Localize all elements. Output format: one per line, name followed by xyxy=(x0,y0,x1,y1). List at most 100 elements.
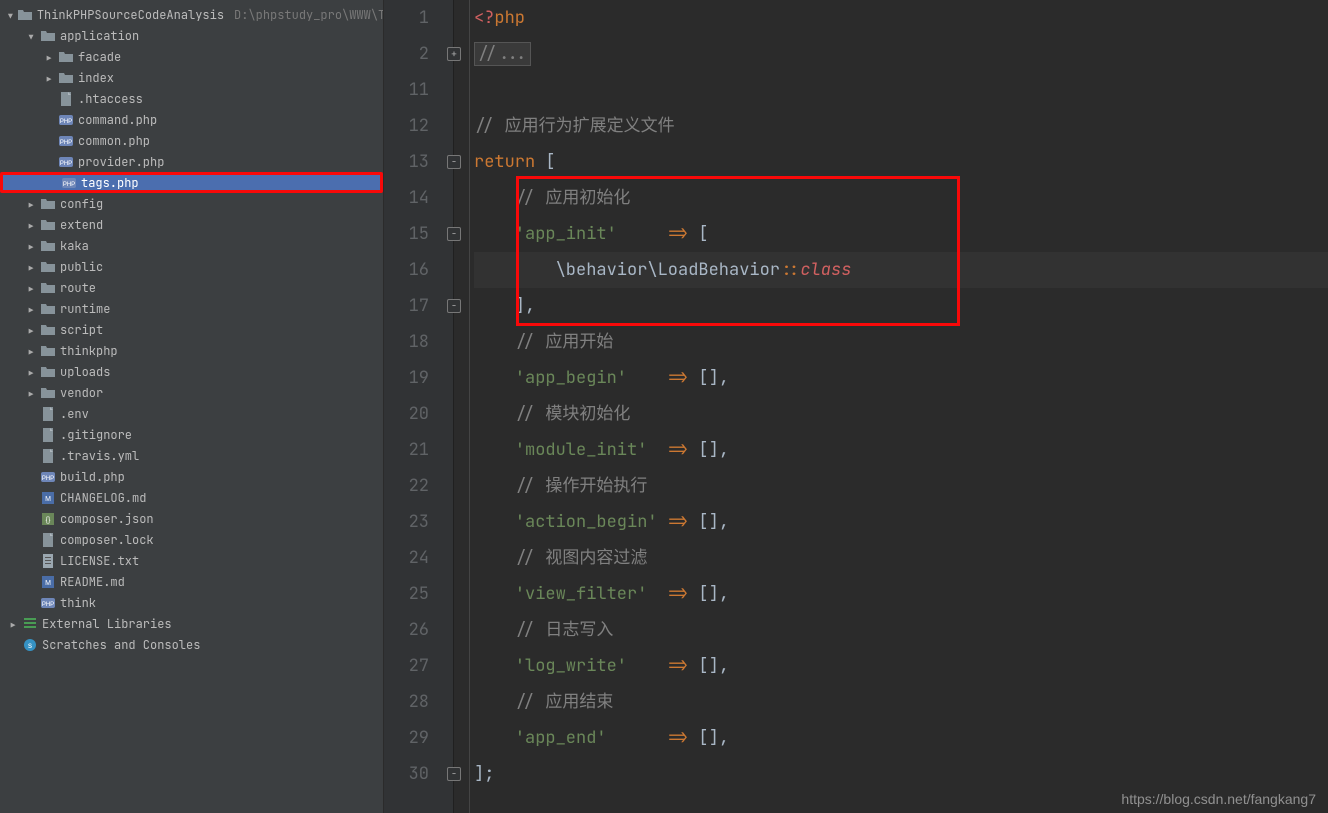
tree-item-public[interactable]: public xyxy=(0,256,383,277)
expand-icon[interactable] xyxy=(26,217,36,233)
expand-icon[interactable] xyxy=(44,49,54,65)
code-line[interactable]: 'app_init' => [ xyxy=(474,216,1328,252)
code-line[interactable]: // 应用开始 xyxy=(474,324,1328,360)
code-line[interactable] xyxy=(474,792,1328,813)
code-line[interactable] xyxy=(474,72,1328,108)
code-line[interactable]: 'action_begin' => [], xyxy=(474,504,1328,540)
tree-item-label: script xyxy=(60,322,103,338)
code-line[interactable]: 'view_filter' => [], xyxy=(474,576,1328,612)
fold-collapse-icon[interactable]: − xyxy=(447,227,461,241)
code-token xyxy=(474,547,515,569)
expand-icon[interactable] xyxy=(26,238,36,254)
tree-item-license-txt[interactable]: LICENSE.txt xyxy=(0,550,383,571)
tree-item-facade[interactable]: facade xyxy=(0,46,383,67)
tree-item-command-php[interactable]: PHPcommand.php xyxy=(0,109,383,130)
tree-item-scratches-and-consoles[interactable]: sScratches and Consoles xyxy=(0,634,383,655)
tree-item-application[interactable]: application xyxy=(0,25,383,46)
tree-item-common-php[interactable]: PHPcommon.php xyxy=(0,130,383,151)
project-tree[interactable]: ThinkPHPSourceCodeAnalysisD:\phpstudy_pr… xyxy=(0,0,384,813)
expand-icon[interactable] xyxy=(26,385,36,401)
code-token: <? xyxy=(474,7,494,29)
code-line[interactable]: // 应用行为扩展定义文件 xyxy=(474,108,1328,144)
code-token: [ xyxy=(688,223,708,245)
tree-item-tags-php[interactable]: PHPtags.php xyxy=(0,172,383,193)
code-line[interactable]: // 模块初始化 xyxy=(474,396,1328,432)
code-line[interactable]: // 应用初始化 xyxy=(474,180,1328,216)
code-line[interactable]: 'log_write' => [], xyxy=(474,648,1328,684)
md-icon: M xyxy=(40,574,56,590)
code-line[interactable]: // 视图内容过滤 xyxy=(474,540,1328,576)
expand-icon[interactable] xyxy=(44,70,54,86)
editor-code-area[interactable]: <?php//...// 应用行为扩展定义文件return [ // 应用初始化… xyxy=(470,0,1328,813)
tree-item-runtime[interactable]: runtime xyxy=(0,298,383,319)
expand-icon[interactable] xyxy=(26,259,36,275)
tree-item--env[interactable]: .env xyxy=(0,403,383,424)
code-token xyxy=(474,727,515,749)
tree-item-config[interactable]: config xyxy=(0,193,383,214)
tree-item-provider-php[interactable]: PHPprovider.php xyxy=(0,151,383,172)
tree-item--gitignore[interactable]: .gitignore xyxy=(0,424,383,445)
code-token xyxy=(474,187,515,209)
tree-item-thinkphp[interactable]: thinkphp xyxy=(0,340,383,361)
tree-item-think[interactable]: PHPthink xyxy=(0,592,383,613)
collapse-icon[interactable] xyxy=(8,7,13,23)
code-line[interactable]: ]; xyxy=(474,756,1328,792)
code-line[interactable]: // 应用结束 xyxy=(474,684,1328,720)
tree-item-thinkphpsourcecodeanalysis[interactable]: ThinkPHPSourceCodeAnalysisD:\phpstudy_pr… xyxy=(0,4,383,25)
tree-item-changelog-md[interactable]: MCHANGELOG.md xyxy=(0,487,383,508)
fold-collapse-icon[interactable]: − xyxy=(447,299,461,313)
fold-collapse-icon[interactable]: − xyxy=(447,767,461,781)
expand-icon[interactable] xyxy=(26,301,36,317)
md-icon: M xyxy=(40,490,56,506)
tree-item-external-libraries[interactable]: External Libraries xyxy=(0,613,383,634)
code-line[interactable]: return [ xyxy=(474,144,1328,180)
folder-icon xyxy=(40,28,56,44)
fold-expand-icon[interactable]: + xyxy=(447,47,461,61)
code-line[interactable]: <?php xyxy=(474,0,1328,36)
tree-item-composer-json[interactable]: {}composer.json xyxy=(0,508,383,529)
expand-icon[interactable] xyxy=(26,364,36,380)
code-token: 'app_begin' xyxy=(515,367,627,389)
editor-fold-column[interactable]: +−−−− xyxy=(454,0,470,813)
line-number: 14 xyxy=(384,180,429,216)
code-line[interactable]: //... xyxy=(474,36,1328,72)
code-line[interactable]: // 操作开始执行 xyxy=(474,468,1328,504)
code-line[interactable]: // 日志写入 xyxy=(474,612,1328,648)
code-token: [ xyxy=(535,151,555,173)
tree-item-route[interactable]: route xyxy=(0,277,383,298)
tree-item-vendor[interactable]: vendor xyxy=(0,382,383,403)
expand-icon[interactable] xyxy=(26,343,36,359)
tree-item-readme-md[interactable]: MREADME.md xyxy=(0,571,383,592)
tree-item-kaka[interactable]: kaka xyxy=(0,235,383,256)
code-editor[interactable]: 1211121314151617181920212223242526272829… xyxy=(384,0,1328,813)
tree-item-build-php[interactable]: PHPbuild.php xyxy=(0,466,383,487)
code-token: return xyxy=(474,151,535,173)
code-line[interactable]: \behavior\LoadBehavior::class xyxy=(474,252,1328,288)
code-line[interactable]: 'app_end' => [], xyxy=(474,720,1328,756)
tree-item-label: provider.php xyxy=(78,154,164,170)
collapse-icon[interactable] xyxy=(26,28,36,44)
tree-item-index[interactable]: index xyxy=(0,67,383,88)
php-icon: PHP xyxy=(58,112,74,128)
expand-icon[interactable] xyxy=(26,322,36,338)
file-icon xyxy=(40,532,56,548)
expand-icon[interactable] xyxy=(8,616,18,632)
tree-item-composer-lock[interactable]: composer.lock xyxy=(0,529,383,550)
folder-icon xyxy=(58,49,74,65)
expand-icon[interactable] xyxy=(26,196,36,212)
tree-item--htaccess[interactable]: .htaccess xyxy=(0,88,383,109)
line-number: 29 xyxy=(384,720,429,756)
fold-collapse-icon[interactable]: − xyxy=(447,155,461,169)
tree-item-extend[interactable]: extend xyxy=(0,214,383,235)
folder-icon xyxy=(40,343,56,359)
code-line[interactable]: 'app_begin' => [], xyxy=(474,360,1328,396)
tree-item-label: composer.lock xyxy=(60,532,154,548)
tree-item-uploads[interactable]: uploads xyxy=(0,361,383,382)
code-line[interactable]: ], xyxy=(474,288,1328,324)
expand-icon[interactable] xyxy=(26,280,36,296)
tree-item-script[interactable]: script xyxy=(0,319,383,340)
tree-item--travis-yml[interactable]: .travis.yml xyxy=(0,445,383,466)
code-line[interactable]: 'module_init' => [], xyxy=(474,432,1328,468)
code-token: // 视图内容过滤 xyxy=(515,547,648,569)
line-number: 18 xyxy=(384,324,429,360)
